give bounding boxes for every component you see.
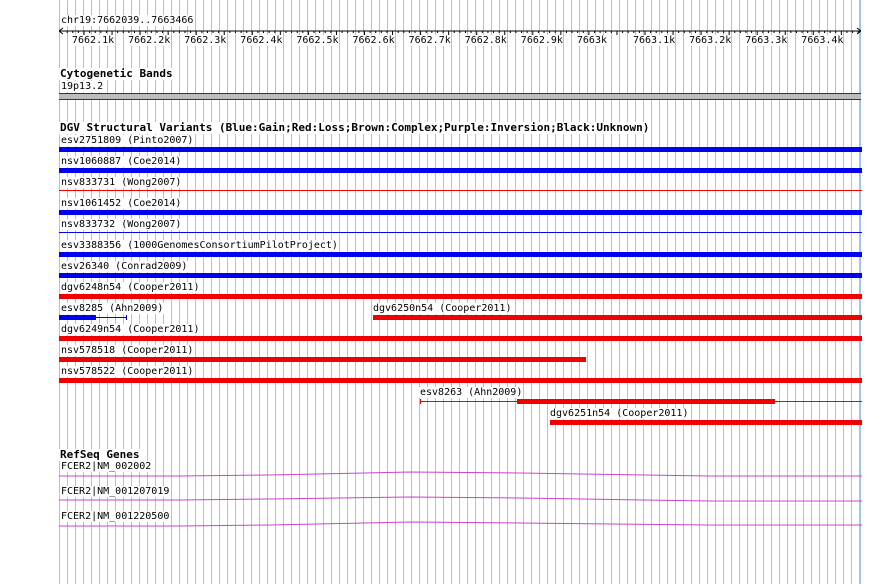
gene-model-line	[59, 471, 862, 477]
genome-browser-view: chr19:7662039..7663466 7662.1k 7662.2k 766…	[0, 0, 890, 584]
gene-model-line	[59, 496, 862, 502]
gene-lines	[59, 471, 862, 527]
gene-model-line	[59, 521, 862, 527]
